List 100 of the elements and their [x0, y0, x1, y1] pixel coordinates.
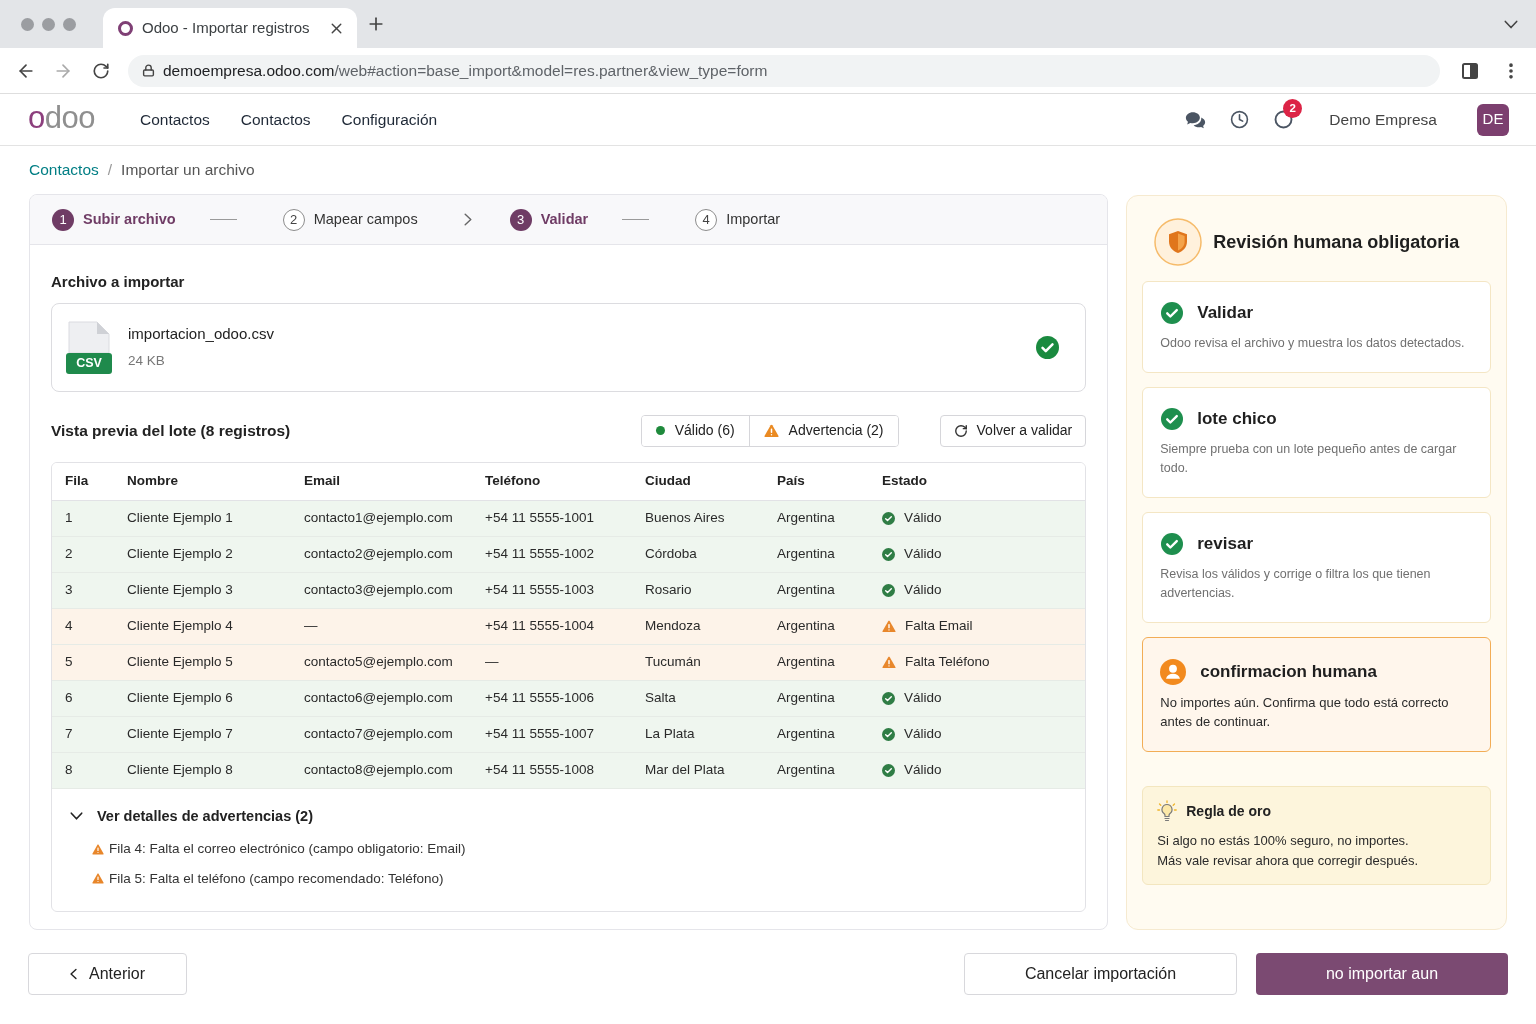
lightbulb-icon	[1157, 800, 1178, 822]
status-label: Válido	[904, 760, 942, 779]
user-name[interactable]: Demo Empresa	[1329, 107, 1437, 132]
column-header: País	[776, 471, 806, 490]
column-header: Fila	[64, 471, 90, 490]
check-circle-icon	[882, 511, 895, 525]
table-cell-text: Cliente Ejemplo 3	[126, 580, 234, 599]
browser-tab[interactable]: Odoo - Importar registros	[103, 8, 357, 48]
chevron-down-icon[interactable]	[1504, 19, 1518, 29]
check-circle-icon	[1161, 408, 1184, 430]
warning-icon	[92, 873, 104, 884]
table-cell-text: Rosario	[644, 580, 693, 599]
table-cell-text: Argentina	[776, 580, 836, 599]
table-cell-text: Cliente Ejemplo 6	[126, 688, 234, 707]
status-label: Válido	[904, 508, 942, 527]
card-description: No importes aún. Confirma que todo está correcto antes de continuar.	[1160, 694, 1450, 731]
status-label: Válido	[904, 724, 942, 743]
step-label: Mapear campos	[313, 209, 418, 229]
column-header: Email	[303, 471, 342, 490]
table-cell-text: Argentina	[776, 724, 836, 743]
table-cell-text: Argentina	[776, 652, 836, 671]
status-label: Falta Email	[905, 616, 973, 635]
table-cell-text: Argentina	[776, 760, 836, 779]
table-cell-text: Buenos Aires	[644, 508, 726, 527]
clock-icon[interactable]	[1230, 110, 1250, 129]
step-number: 1	[52, 208, 74, 231]
warning-item-text: Fila 4: Falta el correo electrónico (campo obligatorio: Email)	[109, 840, 466, 859]
tip-title: Regla de oro	[1186, 801, 1272, 821]
card-title: lote chico	[1197, 408, 1277, 431]
check-circle-icon	[1161, 302, 1184, 324]
card-description: Revisa los válidos y corrige o filtra los que tienen advertencias.	[1160, 566, 1432, 602]
check-circle-icon	[882, 763, 895, 777]
table-cell-text: Cliente Ejemplo 8	[126, 760, 234, 779]
step-number: 3	[509, 208, 532, 231]
table-cell-text: contacto3@ejemplo.com	[303, 580, 454, 599]
file-name: importacion_odoo.csv	[128, 324, 274, 345]
chat-bubbles-icon[interactable]	[1185, 110, 1207, 129]
warning-icon	[763, 423, 779, 438]
status-label: Válido	[904, 544, 942, 563]
chevron-left-icon	[70, 968, 77, 980]
table-cell-text: Mendoza	[644, 616, 702, 635]
table-cell-text: contacto1@ejemplo.com	[303, 508, 454, 527]
person-icon	[1160, 659, 1187, 685]
warning-item-text: Fila 5: Falta el teléfono (campo recomendado: Teléfono)	[109, 869, 444, 888]
check-circle-icon	[882, 727, 895, 741]
step-number: 2	[282, 208, 305, 231]
user-avatar[interactable]: DE	[1477, 103, 1509, 136]
table-cell-text: contacto2@ejemplo.com	[303, 544, 454, 563]
table-cell-text: 1	[64, 508, 74, 527]
menu-link[interactable]: Contactos	[240, 107, 311, 132]
table-cell-text: Cliente Ejemplo 1	[126, 508, 234, 527]
table-cell-text: contacto6@ejemplo.com	[303, 688, 454, 707]
app-logo[interactable]: odoo	[28, 102, 95, 133]
status-label: Válido	[904, 580, 942, 599]
notification-badge: 2	[1283, 99, 1303, 118]
side-panel-icon[interactable]	[1462, 62, 1478, 79]
table-cell-text: Mar del Plata	[644, 760, 726, 779]
favicon-icon	[118, 20, 133, 36]
preview-title: Vista previa del lote (8 registros)	[51, 420, 291, 441]
table-cell-text: contacto8@ejemplo.com	[303, 760, 454, 779]
warnings-toggle[interactable]: Ver detalles de advertencias (2)	[70, 805, 313, 828]
table-cell-text: 3	[64, 580, 74, 599]
breadcrumb-current: Importar un archivo	[121, 160, 255, 181]
table-cell-text: Argentina	[776, 616, 836, 635]
step-label: Subir archivo	[83, 209, 176, 229]
file-size: 24 KB	[128, 351, 166, 370]
document-icon	[68, 320, 110, 353]
shield-icon	[1154, 218, 1203, 266]
table-cell-text: La Plata	[644, 724, 696, 743]
tip-text: Si algo no estás 100% seguro, no importes.	[1157, 832, 1410, 849]
table-cell-text: +54 11 5555-1004	[484, 616, 595, 635]
back-button[interactable]: Anterior	[28, 953, 187, 995]
table-cell-text: +54 11 5555-1001	[484, 508, 595, 527]
table-cell-text: —	[303, 616, 319, 635]
revalidate-button[interactable]: Volver a validar	[939, 414, 1087, 447]
table-cell-text: +54 11 5555-1002	[484, 544, 595, 563]
table-cell-text: Cliente Ejemplo 4	[126, 616, 234, 635]
tip-text: Más vale revisar ahora que corregir después.	[1157, 852, 1420, 869]
table-cell-text: Argentina	[776, 544, 836, 563]
status-label: Falta Teléfono	[905, 652, 990, 671]
table-cell-text: —	[484, 652, 500, 671]
menu-link[interactable]: Contactos	[140, 107, 210, 132]
menu-link[interactable]: Configuración	[341, 107, 438, 132]
table-cell-text: 7	[64, 724, 74, 743]
step-label: Validar	[540, 209, 589, 229]
check-circle-icon	[882, 691, 895, 705]
table-cell-text: contacto7@ejemplo.com	[303, 724, 454, 743]
table-cell-text: +54 11 5555-1006	[484, 688, 595, 707]
cancel-button[interactable]: Cancelar importación	[964, 953, 1237, 995]
column-header: Nombre	[126, 471, 179, 490]
ring-icon[interactable]	[1274, 110, 1294, 129]
address-field[interactable]: demoempresa.odoo.com/web#action=base_import&model=res.partner&view_type=form	[128, 54, 1440, 87]
reload-icon[interactable]	[92, 61, 110, 80]
breadcrumb-link[interactable]: Contactos	[29, 158, 99, 182]
table-cell-text: Argentina	[776, 508, 836, 527]
filter-button[interactable]: Advertencia (2)	[748, 415, 898, 446]
primary-button[interactable]: no importar aun	[1256, 953, 1508, 995]
status-label: Válido	[904, 688, 942, 707]
table-cell-text: Cliente Ejemplo 5	[126, 652, 234, 671]
table-cell-text: 5	[64, 652, 74, 671]
